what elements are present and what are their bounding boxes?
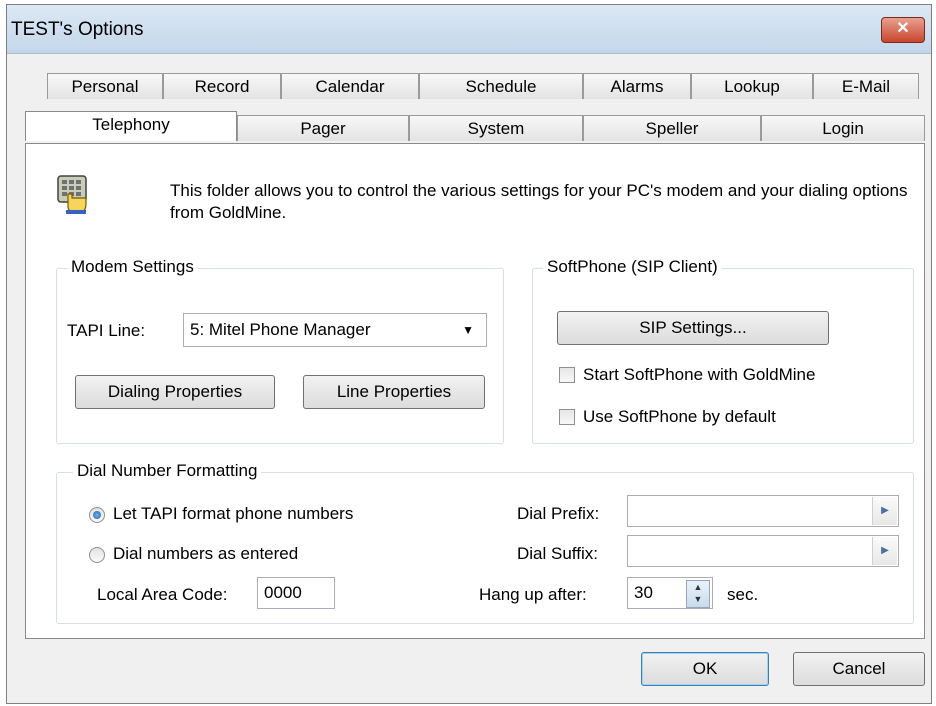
dialing-properties-button[interactable]: Dialing Properties <box>75 375 275 409</box>
dial-prefix-input[interactable]: ▶ <box>627 495 899 527</box>
dial-formatting-legend: Dial Number Formatting <box>73 461 262 481</box>
dial-suffix-label: Dial Suffix: <box>517 544 598 563</box>
sec-label: sec. <box>727 585 759 604</box>
dial-suffix-arrow-icon[interactable]: ▶ <box>872 537 897 565</box>
telephony-panel: This folder allows you to control the va… <box>25 143 925 639</box>
options-dialog: TEST's Options ✕ Personal Record Calenda… <box>6 4 932 704</box>
tab-lookup[interactable]: Lookup <box>691 73 813 99</box>
tab-pager[interactable]: Pager <box>237 115 409 141</box>
tapi-line-select[interactable]: 5: Mitel Phone Manager ▼ <box>183 313 487 347</box>
tab-telephony[interactable]: Telephony <box>25 111 237 141</box>
softphone-group: SoftPhone (SIP Client) SIP Settings... S… <box>532 257 914 444</box>
radio-tapi-format[interactable] <box>89 507 105 523</box>
intro-text: This folder allows you to control the va… <box>170 181 908 222</box>
tapi-line-label: TAPI Line: <box>67 321 146 340</box>
dial-prefix-label: Dial Prefix: <box>517 504 600 523</box>
line-properties-button[interactable]: Line Properties <box>303 375 485 409</box>
hang-up-label: Hang up after: <box>479 585 587 604</box>
ok-button[interactable]: OK <box>641 652 769 686</box>
start-softphone-label: Start SoftPhone with GoldMine <box>583 365 816 384</box>
modem-settings-group: Modem Settings TAPI Line: 5: Mitel Phone… <box>56 257 504 444</box>
dial-prefix-arrow-icon[interactable]: ▶ <box>872 497 897 525</box>
window-title: TEST's Options <box>11 19 144 40</box>
tab-schedule[interactable]: Schedule <box>419 73 583 99</box>
close-button[interactable]: ✕ <box>881 17 925 43</box>
softphone-legend: SoftPhone (SIP Client) <box>543 257 722 277</box>
local-area-code-input[interactable]: 0000 <box>257 577 335 609</box>
modem-settings-legend: Modem Settings <box>67 257 198 277</box>
hang-up-spinner[interactable]: 30 ▲ ▼ <box>627 577 713 609</box>
tab-login[interactable]: Login <box>761 115 925 141</box>
use-softphone-default-checkbox[interactable] <box>559 409 575 425</box>
tab-record[interactable]: Record <box>163 73 281 99</box>
radio-dial-as-entered-label: Dial numbers as entered <box>113 544 299 563</box>
tab-personal[interactable]: Personal <box>47 73 163 99</box>
local-area-code-label: Local Area Code: <box>97 585 228 604</box>
tab-email[interactable]: E-Mail <box>813 73 919 99</box>
hang-up-value: 30 <box>634 583 653 602</box>
radio-tapi-format-label: Let TAPI format phone numbers <box>113 504 354 523</box>
tapi-line-value: 5: Mitel Phone Manager <box>190 320 371 339</box>
chevron-down-icon: ▼ <box>462 323 474 337</box>
title-bar: TEST's Options ✕ <box>7 5 931 54</box>
tab-alarms[interactable]: Alarms <box>583 73 691 99</box>
use-softphone-default-label: Use SoftPhone by default <box>583 407 776 426</box>
dial-formatting-group: Dial Number Formatting Let TAPI format p… <box>56 461 914 624</box>
radio-dial-as-entered[interactable] <box>89 547 105 563</box>
start-softphone-checkbox[interactable] <box>559 367 575 383</box>
sip-settings-button[interactable]: SIP Settings... <box>557 311 829 345</box>
tab-calendar[interactable]: Calendar <box>281 73 419 99</box>
spinner-arrows-icon[interactable]: ▲ ▼ <box>686 580 710 608</box>
tab-system[interactable]: System <box>409 115 583 141</box>
keypad-hand-icon <box>54 172 94 216</box>
tab-speller[interactable]: Speller <box>583 115 761 141</box>
dial-suffix-input[interactable]: ▶ <box>627 535 899 567</box>
cancel-button[interactable]: Cancel <box>793 652 925 686</box>
